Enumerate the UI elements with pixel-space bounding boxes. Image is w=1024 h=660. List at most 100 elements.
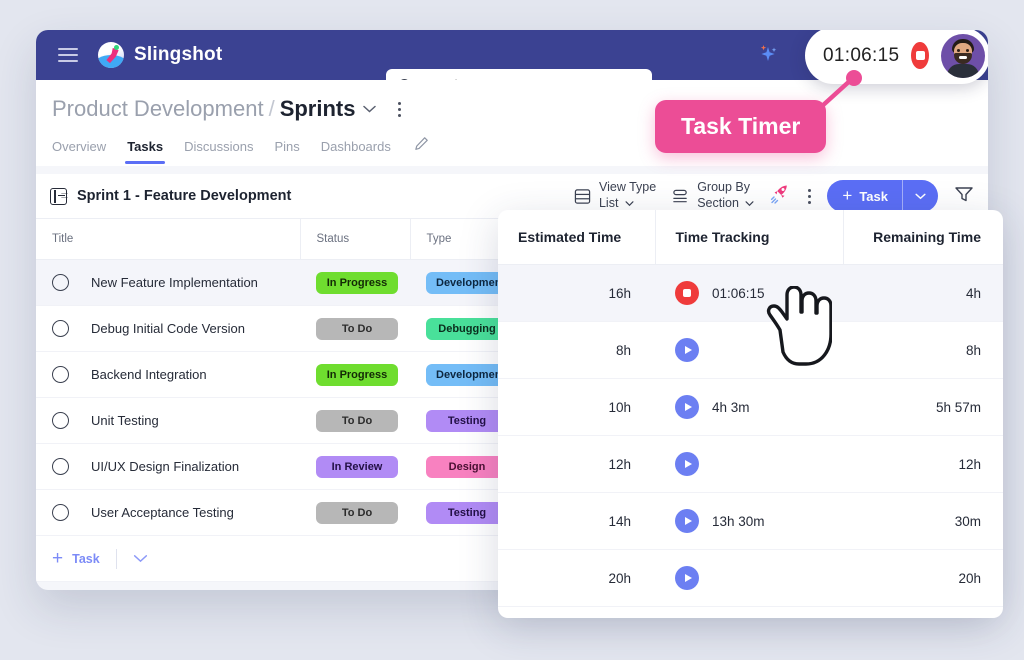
group-by-control[interactable]: Group By Section [672,180,754,211]
header-kebab-menu-icon[interactable] [398,101,402,117]
column-header-status[interactable]: Status [300,219,411,260]
view-type-control[interactable]: View Type List [574,180,656,211]
task-title: Unit Testing [91,413,159,428]
start-timer-button[interactable] [675,338,699,362]
list-view-icon [574,188,591,204]
breadcrumb: Product Development / Sprints [36,96,988,122]
add-task-button[interactable]: + Task [827,180,938,212]
time-table: Estimated Time Time Tracking Remaining T… [498,210,1003,607]
time-table-row[interactable]: 20h 20h [498,549,1003,607]
estimated-time-cell: 20h [498,549,655,607]
task-status-cell: In Review [300,443,410,490]
add-task-row-label[interactable]: Task [72,552,100,566]
status-badge[interactable]: In Review [316,455,398,478]
type-badge[interactable]: Design [426,455,508,478]
task-title: UI/UX Design Finalization [91,459,240,474]
column-header-time-tracking[interactable]: Time Tracking [655,210,844,265]
task-complete-radio[interactable] [52,320,69,337]
task-timer-widget[interactable]: 01:06:15 [805,30,988,84]
task-complete-radio[interactable] [52,274,69,291]
task-complete-radio[interactable] [52,458,69,475]
status-badge[interactable]: To Do [316,501,398,524]
group-by-label: Group By [697,180,751,195]
task-title-cell: User Acceptance Testing [36,489,300,536]
hamburger-icon[interactable] [58,48,78,62]
start-timer-button[interactable] [675,452,699,476]
tracked-time: 4h 3m [712,399,750,415]
time-table-row[interactable]: 12h 12h [498,435,1003,493]
time-table-row[interactable]: 16h 01:06:15 4h [498,264,1003,322]
breadcrumb-parent[interactable]: Product Development [52,96,264,122]
filter-icon[interactable] [954,185,974,208]
time-tracking-cell: 13h 30m [655,492,843,550]
time-tracking-cell: 4h 3m [655,378,843,436]
pencil-icon[interactable] [414,136,429,156]
breadcrumb-separator: / [268,96,275,121]
add-task-row-plus-icon[interactable]: + [52,549,63,568]
start-timer-button[interactable] [675,566,699,590]
slingshot-rocket-logo-icon [98,42,124,68]
page-tabs: Overview Tasks Discussions Pins Dashboar… [36,122,988,166]
column-header-remaining-time[interactable]: Remaining Time [843,210,1003,265]
list-actions: View Type List Group By Section + Task [574,180,974,212]
brand-name: Slingshot [134,44,223,65]
task-title: Debug Initial Code Version [91,321,245,336]
tab-tasks[interactable]: Tasks [125,139,165,164]
type-badge[interactable]: Testing [426,501,508,524]
tab-discussions[interactable]: Discussions [184,139,253,164]
task-title-cell: UI/UX Design Finalization [36,443,300,490]
sparkles-icon[interactable] [759,44,785,66]
task-title: Backend Integration [91,367,207,382]
status-badge[interactable]: In Progress [316,271,398,294]
tab-pins[interactable]: Pins [274,139,299,164]
task-title-cell: Backend Integration [36,351,300,398]
task-complete-radio[interactable] [52,366,69,383]
view-type-label: View Type [598,180,657,195]
remaining-time-cell: 30m [843,492,1003,550]
estimated-time-cell: 14h [498,492,655,550]
task-status-cell: To Do [300,489,410,536]
task-complete-radio[interactable] [52,504,69,521]
start-timer-button[interactable] [675,509,699,533]
type-badge[interactable]: Testing [426,409,508,432]
callout-anchor-dot [846,70,862,86]
tab-dashboards[interactable]: Dashboards [321,139,391,164]
column-header-title[interactable]: Title [36,219,301,260]
status-badge[interactable]: To Do [316,317,398,340]
add-task-chevron-down-icon[interactable] [903,193,938,200]
chevron-down-icon [745,201,754,207]
stop-timer-button[interactable] [911,42,929,69]
add-task-row-divider [115,548,117,569]
rocket-icon[interactable] [770,183,792,210]
time-tracking-cell [655,435,843,493]
list-kebab-menu-icon[interactable] [808,188,812,204]
type-badge[interactable]: Debugging [426,317,508,340]
remaining-time-cell: 12h [843,435,1003,493]
start-timer-button[interactable] [675,395,699,419]
task-complete-radio[interactable] [52,412,69,429]
status-badge[interactable]: In Progress [316,363,398,386]
time-tracking-cell [655,549,843,607]
timer-value: 01:06:15 [823,44,900,66]
breadcrumb-chevron-down-icon[interactable] [363,100,377,118]
page-header: Product Development / Sprints Overview T… [36,80,988,166]
time-table-row[interactable]: 10h 4h 3m 5h 57m [498,378,1003,436]
column-header-estimated-time[interactable]: Estimated Time [498,210,656,265]
time-table-row[interactable]: 14h 13h 30m 30m [498,492,1003,550]
task-status-cell: In Progress [300,351,410,398]
estimated-time-cell: 16h [498,264,655,322]
time-tracking-panel: Estimated Time Time Tracking Remaining T… [498,210,1003,618]
task-title-cell: New Feature Implementation [36,259,300,306]
add-task-row-chevron-down-icon[interactable] [133,551,148,566]
remaining-time-cell: 8h [843,321,1003,379]
user-avatar[interactable] [941,33,985,78]
stop-timer-button[interactable] [675,281,699,305]
brand-logo[interactable]: Slingshot [98,42,222,68]
tab-overview[interactable]: Overview [52,139,106,164]
add-task-label: Task [859,188,888,204]
task-title: User Acceptance Testing [91,505,234,520]
status-badge[interactable]: To Do [316,409,398,432]
tracked-time: 01:06:15 [712,285,765,301]
time-table-row[interactable]: 8h 8h [498,321,1003,379]
task-title-cell: Debug Initial Code Version [36,305,300,352]
